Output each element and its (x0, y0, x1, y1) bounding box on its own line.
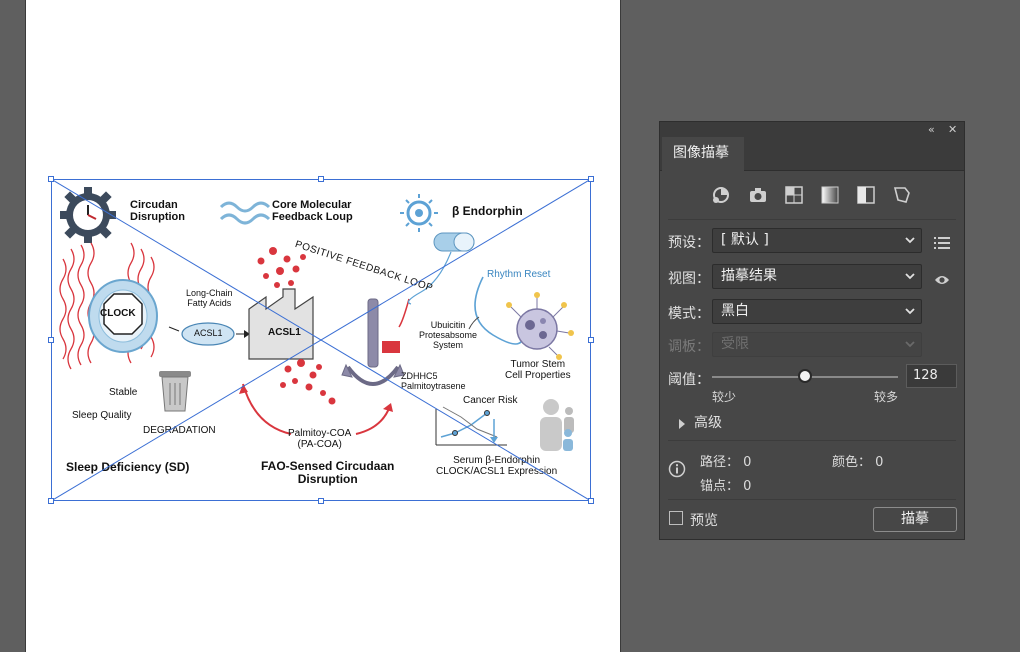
threshold-max-label: 较多 (874, 390, 899, 404)
expand-triangle-icon[interactable] (678, 415, 686, 434)
divider (668, 499, 956, 500)
resize-handle-bottom-left[interactable] (48, 498, 54, 504)
acsl1-label: ACSL1 (194, 328, 223, 338)
factory-icon (248, 288, 314, 360)
preview-checkbox[interactable] (669, 511, 683, 525)
resize-handle-bottom[interactable] (318, 498, 324, 504)
trash-can-icon (159, 371, 191, 412)
tab-image-trace[interactable]: 图像描摹 (662, 137, 744, 171)
view-dropdown[interactable]: 描摹结果 (712, 264, 922, 289)
beta-endorphin-label: β Endorphin (452, 204, 523, 218)
grayscale-icon[interactable] (819, 184, 841, 206)
degradation-label: DEGRADATION (143, 425, 216, 436)
resize-handle-right[interactable] (588, 337, 594, 343)
sun-icon (400, 194, 438, 232)
mode-value: 黑白 (721, 303, 749, 319)
resize-handle-left[interactable] (48, 337, 54, 343)
mode-dropdown[interactable]: 黑白 (712, 299, 922, 324)
cancer-risk-chart (435, 406, 507, 446)
threshold-slider-thumb[interactable] (798, 369, 812, 383)
core-molecular-label: Core Molecular Feedback Loup (272, 199, 353, 224)
resize-handle-top[interactable] (318, 176, 324, 182)
fao-sensed-label: FAO-Sensed Circudaan Disruption (261, 459, 395, 487)
preset-label: 预设： (668, 235, 710, 251)
black-white-icon[interactable] (855, 184, 877, 206)
camera-icon[interactable] (747, 184, 769, 206)
circadian-disruption-label: Circudan Disruption (130, 199, 185, 224)
close-icon[interactable]: ✕ (948, 122, 957, 137)
preset-value: [ 默认 ] (721, 232, 769, 248)
auto-color-icon[interactable] (710, 184, 732, 206)
zdhhc5-label: ZDHHC5 Palmitoytrasene (401, 371, 466, 391)
eye-icon[interactable] (934, 271, 950, 290)
wave-icon (219, 201, 271, 225)
sleep-quality-label: Sleep Quality (72, 410, 132, 421)
image-trace-panel: « ✕ 图像描摹 预设： [ 默认 ] 视图： 描摹结果 模式： 黑白 调板： … (659, 121, 965, 540)
threshold-min-label: 较少 (712, 390, 737, 404)
sleep-deficiency-label: Sleep Deficiency (SD) (66, 460, 190, 474)
list-menu-icon[interactable] (934, 234, 950, 253)
ubuicitin-label: Ubuicitin Protesabsome System (419, 320, 478, 350)
chevron-down-icon (905, 237, 915, 244)
palette-value: 受限 (721, 336, 749, 352)
threshold-value-input[interactable]: 128 (906, 364, 957, 388)
palette-dropdown: 受限 (712, 332, 922, 357)
paths-stat: 路径： 0 (700, 455, 752, 470)
capsule-icon (433, 232, 475, 252)
preview-label: 预览 (690, 513, 718, 529)
chevron-down-icon (905, 341, 915, 348)
tumor-stem-label: Tumor Stem Cell Properties (505, 359, 571, 381)
colors-stat: 颜色： 0 (832, 455, 884, 470)
grid-squares-icon[interactable] (783, 184, 805, 206)
preset-icon-row (660, 184, 964, 210)
panel-title-bar[interactable]: « ✕ (660, 122, 964, 137)
mode-label: 模式： (668, 306, 710, 322)
stable-label: Stable (109, 387, 138, 398)
red-flag (382, 341, 400, 353)
palmitoy-coa-label: Palmitoy-COA (PA-COA) (288, 428, 352, 450)
long-chain-fatty-acids-label: Long-Chain Fatty Acids (186, 288, 233, 308)
resize-handle-top-right[interactable] (588, 176, 594, 182)
clock-label: CLOCK (100, 308, 136, 319)
palette-label: 调板： (668, 339, 710, 355)
serum-endorphin-label: Serum β-Endorphin CLOCK/ACSL1 Expression (436, 455, 558, 477)
divider (668, 219, 956, 220)
gear-clock-icon (60, 187, 116, 243)
tumor-cell-icon (506, 292, 574, 360)
resize-handle-bottom-right[interactable] (588, 498, 594, 504)
anchors-stat: 锚点： 0 (700, 479, 752, 494)
infographic-graphics (59, 187, 574, 451)
acsl1-factory-label: ACSL1 (268, 327, 301, 338)
divider (668, 440, 956, 441)
advanced-toggle[interactable]: 高级 (694, 412, 722, 432)
threshold-label: 阈值： (668, 372, 710, 388)
double-chevron-left-icon[interactable]: « (928, 122, 935, 137)
resize-handle-top-left[interactable] (48, 176, 54, 182)
chevron-down-icon (905, 308, 915, 315)
person-icon (540, 399, 574, 451)
info-icon (668, 460, 686, 482)
cancer-risk-label: Cancer Risk (463, 395, 518, 406)
panel-tab-bar: 图像描摹 (660, 137, 964, 171)
view-value: 描摹结果 (721, 268, 777, 284)
outline-icon[interactable] (891, 184, 913, 206)
trace-button[interactable]: 描摹 (873, 507, 957, 532)
placed-image[interactable]: Circudan Disruption Core Molecular Feedb… (51, 179, 591, 501)
chevron-down-icon (905, 273, 915, 280)
preset-dropdown[interactable]: [ 默认 ] (712, 228, 922, 253)
view-label: 视图： (668, 271, 710, 287)
rhythm-reset-label: Rhythm Reset (487, 269, 551, 280)
